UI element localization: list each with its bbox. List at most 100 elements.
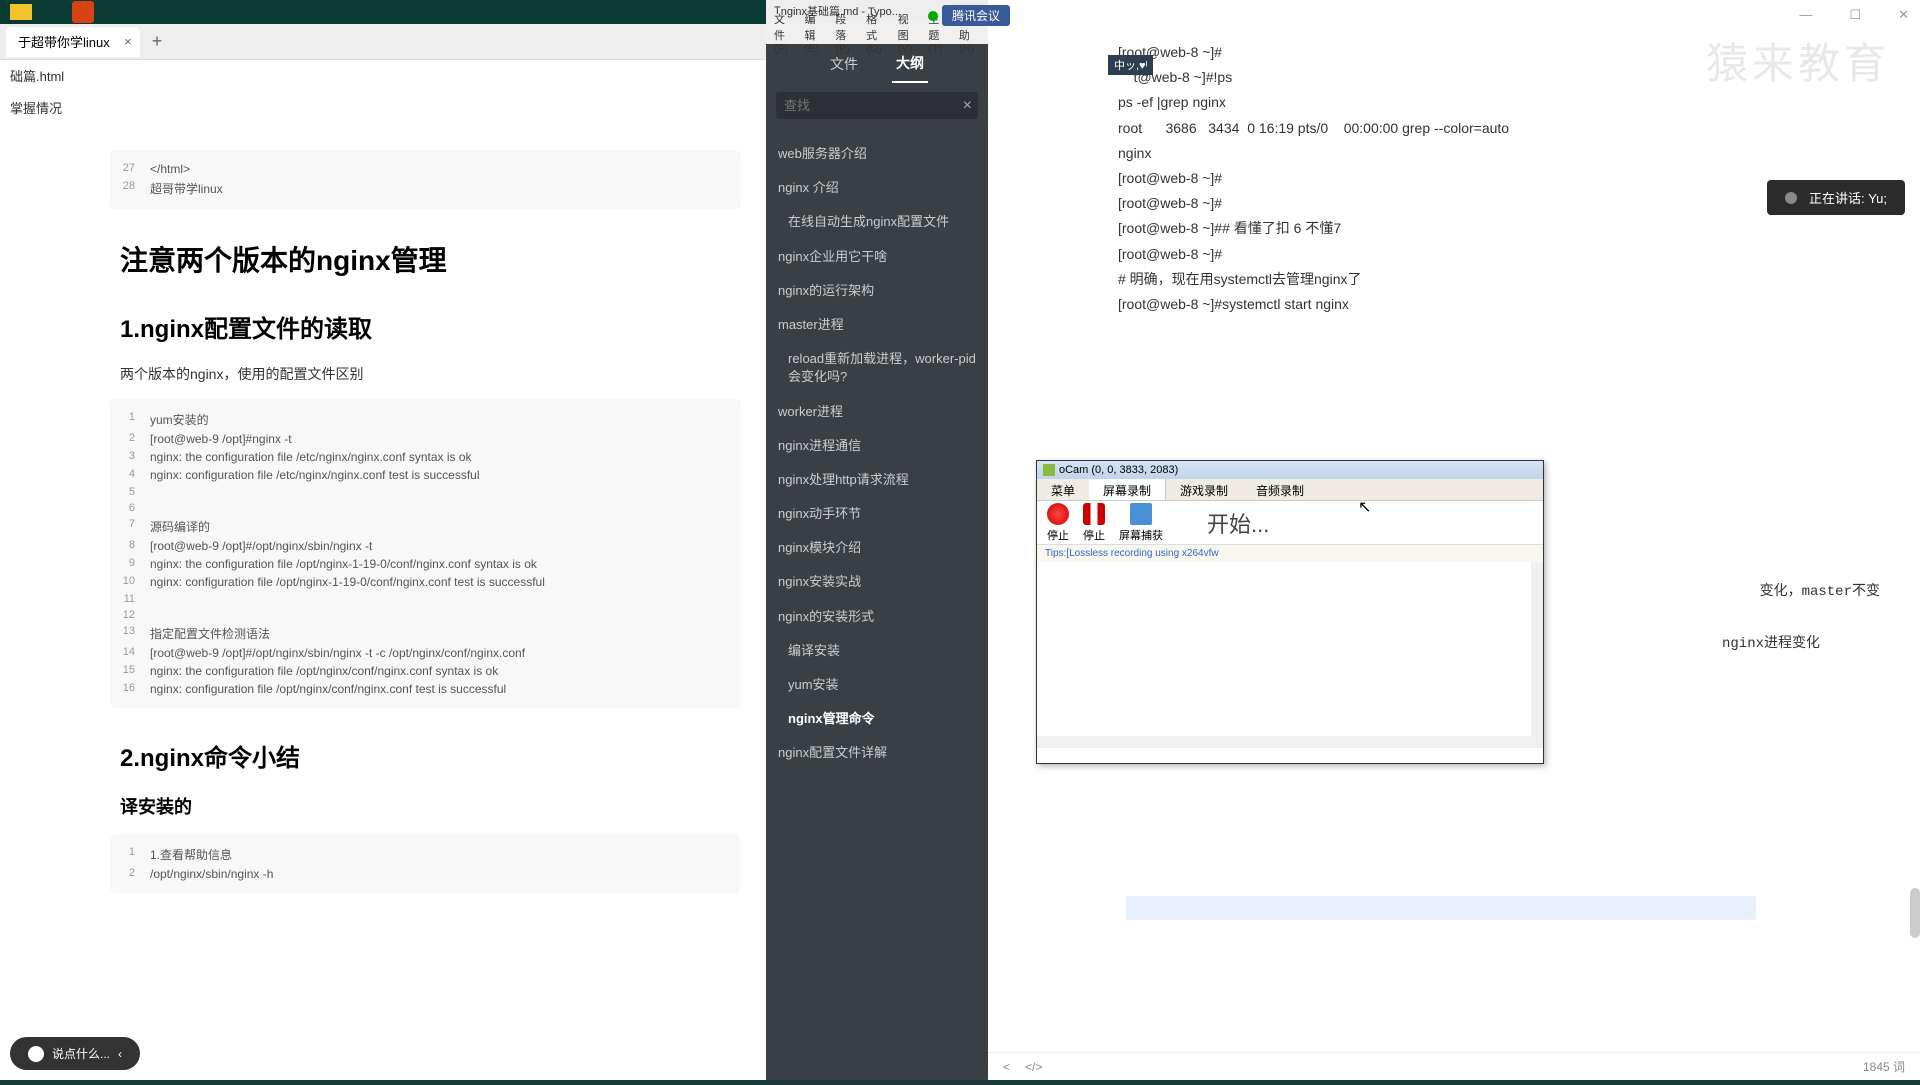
terminal-line: # 明确，现在用systemctl去管理nginx了	[1118, 267, 1910, 292]
speaking-indicator: 正在讲话: Yu;	[1767, 180, 1905, 215]
scrollbar-horizontal[interactable]	[1037, 736, 1531, 748]
ocam-tab[interactable]: 游戏录制	[1166, 479, 1242, 500]
browser-tab[interactable]: 于超带你学linux ×	[6, 27, 140, 57]
mouse-cursor-icon: ↖	[1358, 497, 1371, 517]
terminal-line: [root@web-8 ~]#systemctl start nginx	[1118, 292, 1910, 317]
outline-item[interactable]: nginx的安装形式	[766, 600, 988, 634]
code-line: 16nginx: configuration file /opt/nginx/c…	[110, 680, 741, 698]
maximize-button[interactable]: ☐	[1843, 5, 1867, 25]
ocam-stop-button[interactable]: 停止	[1047, 503, 1069, 543]
minimize-button[interactable]: —	[1793, 5, 1818, 25]
code-line: 13指定配置文件检测语法	[110, 623, 741, 644]
line-number: 1	[110, 411, 150, 428]
line-content: </html>	[150, 162, 190, 176]
search-input[interactable]	[776, 92, 978, 119]
code-line: 1yum安装的	[110, 409, 741, 430]
outline-item[interactable]: nginx配置文件详解	[766, 736, 988, 770]
line-number: 1	[110, 846, 150, 863]
ocam-start-text: 开始...	[1207, 507, 1269, 539]
ocam-capture-button[interactable]: 屏幕捕获	[1119, 503, 1163, 543]
outline-item[interactable]: 编译安装	[766, 634, 988, 668]
heading-sub: 译安装的	[120, 793, 741, 819]
line-content: [root@web-9 /opt]#nginx -t	[150, 432, 292, 446]
os-taskbar	[0, 0, 766, 24]
folder-icon[interactable]	[10, 4, 32, 20]
editor-text-fragment: 变化，master不变	[1760, 580, 1880, 600]
outline-item[interactable]: nginx安装实战	[766, 565, 988, 599]
line-content: 1.查看帮助信息	[150, 846, 232, 863]
line-number: 10	[110, 575, 150, 589]
outline-item[interactable]: nginx处理http请求流程	[766, 463, 988, 497]
line-number: 6	[110, 502, 150, 514]
ocam-window[interactable]: oCam (0, 0, 3833, 2083) 菜单屏幕录制游戏录制音频录制 停…	[1036, 460, 1544, 764]
line-content: nginx: the configuration file /opt/nginx…	[150, 664, 498, 678]
ocam-tab[interactable]: 音频录制	[1242, 479, 1318, 500]
editor-text-fragment: nginx进程变化	[1722, 632, 1820, 652]
outline-item[interactable]: nginx管理命令	[766, 702, 988, 736]
bookmark-item[interactable]: 掌握情况	[0, 90, 766, 125]
menu-item[interactable]: 编辑(E)	[800, 9, 829, 57]
code-line: 11	[110, 591, 741, 607]
code-line: 28超哥带学linux	[110, 178, 741, 199]
outline-item[interactable]: web服务器介绍	[766, 137, 988, 171]
tab-title: 于超带你学linux	[18, 32, 110, 51]
close-button[interactable]: ✕	[1892, 5, 1915, 25]
shield-icon[interactable]	[72, 1, 94, 23]
paragraph: 两个版本的nginx，使用的配置文件区别	[120, 364, 741, 384]
outline-item[interactable]: nginx的运行架构	[766, 274, 988, 308]
new-tab-button[interactable]: +	[152, 31, 163, 52]
line-number: 15	[110, 664, 150, 678]
ocam-pause-button[interactable]: 停止	[1083, 503, 1105, 543]
outline-item[interactable]: 在线自动生成nginx配置文件	[766, 205, 988, 239]
line-number: 16	[110, 682, 150, 696]
line-number: 2	[110, 432, 150, 446]
outline-item[interactable]: nginx模块介绍	[766, 531, 988, 565]
outline-item[interactable]: nginx进程通信	[766, 429, 988, 463]
close-icon[interactable]: ×	[963, 97, 972, 115]
line-number: 9	[110, 557, 150, 571]
line-content: nginx: configuration file /etc/nginx/ngi…	[150, 468, 480, 482]
outline-item[interactable]: nginx动手环节	[766, 497, 988, 531]
code-block-bot: 11.查看帮助信息2/opt/nginx/sbin/nginx -h	[110, 834, 741, 893]
source-code-button[interactable]: </>	[1025, 1060, 1042, 1074]
screen-icon	[1130, 503, 1152, 525]
outline-item[interactable]: yum安装	[766, 668, 988, 702]
menu-item[interactable]: 格式(O)	[862, 9, 892, 57]
close-icon[interactable]: ×	[124, 34, 132, 49]
url-text[interactable]: 础篇.html	[0, 60, 766, 90]
menu-item[interactable]: 文件(F)	[770, 9, 798, 57]
line-content: /opt/nginx/sbin/nginx -h	[150, 867, 273, 881]
meeting-badge[interactable]: 腾讯会议	[928, 5, 1010, 26]
chat-placeholder: 说点什么...	[52, 1045, 110, 1062]
chat-widget[interactable]: 说点什么... ‹	[10, 1037, 140, 1070]
heading-section-2: 2.nginx命令小结	[120, 738, 741, 773]
line-content: nginx: the configuration file /etc/nginx…	[150, 450, 472, 464]
tab-file[interactable]: 文件	[826, 46, 862, 82]
terminal-line: ps -ef |grep nginx	[1118, 90, 1910, 115]
outline-item[interactable]: reload重新加载进程，worker-pid会变化吗?	[766, 342, 988, 394]
terminal-line: nginx	[1118, 141, 1910, 166]
outline-item[interactable]: nginx企业用它干啥	[766, 240, 988, 274]
tab-outline[interactable]: 大纲	[892, 45, 928, 83]
nav-back-button[interactable]: <	[1003, 1060, 1010, 1074]
code-line: 4nginx: configuration file /etc/nginx/ng…	[110, 466, 741, 484]
ocam-preview	[1037, 562, 1543, 748]
scrollbar-vertical[interactable]	[1531, 562, 1543, 748]
ocam-titlebar[interactable]: oCam (0, 0, 3833, 2083)	[1037, 461, 1543, 479]
line-number: 27	[110, 162, 150, 176]
outline-item[interactable]: master进程	[766, 308, 988, 342]
outline-item[interactable]: worker进程	[766, 395, 988, 429]
code-line: 12	[110, 607, 741, 623]
ocam-tab[interactable]: 菜单	[1037, 479, 1089, 500]
outline-item[interactable]: nginx 介绍	[766, 171, 988, 205]
code-line: 6	[110, 500, 741, 516]
line-content: nginx: configuration file /opt/nginx/con…	[150, 682, 506, 696]
ocam-tab[interactable]: 屏幕录制	[1089, 479, 1166, 500]
chevron-left-icon[interactable]: ‹	[118, 1047, 122, 1061]
ocam-toolbar: 停止 停止 屏幕捕获 开始...	[1037, 501, 1543, 545]
scrollbar-thumb[interactable]	[1910, 888, 1920, 938]
line-content: yum安装的	[150, 411, 209, 428]
line-number: 11	[110, 593, 150, 605]
heading-main: 注意两个版本的nginx管理	[120, 239, 741, 279]
line-content: [root@web-9 /opt]#/opt/nginx/sbin/nginx …	[150, 539, 372, 553]
